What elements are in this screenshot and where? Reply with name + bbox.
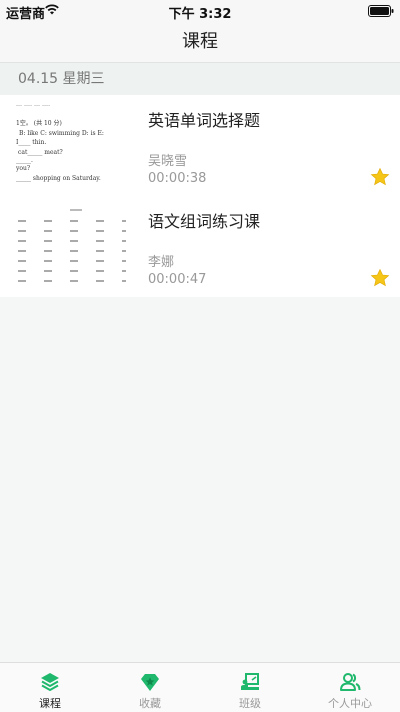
thumb-line: 1空。 (共 10 分) [16, 119, 62, 127]
status-bar: 运营商 下午 3:32 [0, 0, 400, 22]
tab-courses[interactable]: 课程 [0, 663, 100, 712]
status-time: 下午 3:32 [168, 7, 232, 22]
course-teacher: 李娜 [148, 255, 175, 270]
tab-label: 课程 [39, 697, 61, 710]
svg-text:--- ---- --- ----: --- ---- --- ---- [16, 102, 50, 109]
nav-bar: 课程 [0, 22, 400, 63]
classroom-icon [241, 673, 259, 690]
thumb-line: _____ shopping on Saturday. [16, 175, 101, 182]
thumb-line: cat_____ meat? [18, 149, 63, 156]
user-group-icon [340, 673, 361, 691]
thumb-line: you? [15, 165, 30, 172]
course-title: 语文组词练习课 [148, 212, 261, 231]
course-thumbnail: --- ---- --- ---- 1空。 (共 10 分) B: like C… [14, 102, 138, 190]
course-item[interactable]: 语文组词练习课 李娜 00:00:47 [0, 196, 400, 297]
tab-bar: 课程 收藏 班级 个人中心 [0, 662, 400, 712]
course-duration: 00:00:47 [148, 272, 207, 287]
star-icon[interactable] [370, 268, 390, 288]
tab-class[interactable]: 班级 [200, 663, 300, 712]
course-list: --- ---- --- ---- 1空。 (共 10 分) B: like C… [0, 95, 400, 297]
thumb-line: _____. [16, 157, 33, 164]
tab-label: 收藏 [139, 697, 161, 710]
course-title: 英语单词选择题 [148, 111, 261, 130]
course-item[interactable]: --- ---- --- ---- 1空。 (共 10 分) B: like C… [0, 95, 400, 196]
battery-icon [368, 5, 394, 21]
tab-label: 个人中心 [328, 697, 372, 710]
tab-profile[interactable]: 个人中心 [300, 663, 400, 712]
tab-favorites[interactable]: 收藏 [100, 663, 200, 712]
star-badge-icon [141, 674, 159, 691]
thumb-line: B: like C: swimming D: is E: [19, 130, 104, 137]
date-section-header: 04.15 星期三 [0, 63, 400, 95]
star-icon[interactable] [370, 167, 390, 187]
course-duration: 00:00:38 [148, 171, 207, 186]
layers-icon [41, 673, 59, 691]
course-teacher: 吴晓雪 [148, 154, 188, 169]
thumb-line: I____ thin. [16, 139, 46, 146]
course-thumbnail [14, 203, 138, 291]
tab-label: 班级 [239, 697, 261, 710]
page-title: 课程 [182, 31, 218, 52]
date-label: 04.15 星期三 [18, 71, 105, 87]
